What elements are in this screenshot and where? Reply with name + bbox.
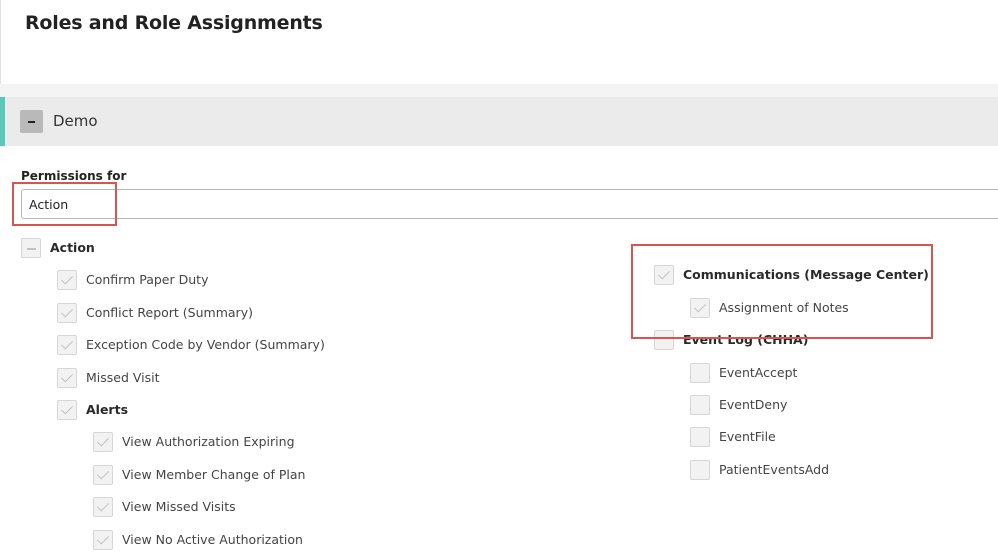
tree-label-view-member-change: View Member Change of Plan bbox=[122, 467, 306, 482]
checkbox-view-member-change[interactable] bbox=[93, 465, 113, 485]
tree-label-event-file: EventFile bbox=[719, 429, 776, 444]
tree-label-conflict-report: Conflict Report (Summary) bbox=[86, 305, 253, 320]
section-title: Demo bbox=[53, 112, 98, 130]
page-title: Roles and Role Assignments bbox=[25, 12, 323, 34]
tree-label-assignment-of-notes: Assignment of Notes bbox=[719, 300, 849, 315]
checkbox-confirm-paper-duty[interactable] bbox=[57, 270, 77, 290]
tree-label-view-missed-visits: View Missed Visits bbox=[122, 499, 236, 514]
checkbox-event-deny[interactable] bbox=[690, 395, 710, 415]
checkbox-view-authorization-expiring[interactable] bbox=[93, 432, 113, 452]
permissions-for-value: Action bbox=[29, 197, 69, 212]
checkbox-event-file[interactable] bbox=[690, 427, 710, 447]
tree-label-view-authorization-expiring: View Authorization Expiring bbox=[122, 434, 295, 449]
checkbox-view-no-active-authorization[interactable] bbox=[93, 530, 113, 550]
tree-label-event-deny: EventDeny bbox=[719, 397, 788, 412]
page-header: Roles and Role Assignments bbox=[0, 0, 998, 84]
permissions-for-select[interactable]: Action bbox=[21, 189, 998, 219]
checkbox-event-accept[interactable] bbox=[690, 363, 710, 383]
checkbox-action[interactable] bbox=[21, 238, 41, 258]
tree-label-missed-visit: Missed Visit bbox=[86, 370, 160, 385]
tree-label-event-log: Event Log (CHHA) bbox=[683, 332, 809, 347]
checkbox-communications[interactable] bbox=[654, 265, 674, 285]
tree-label-action: Action bbox=[50, 240, 95, 255]
tree-label-alerts: Alerts bbox=[86, 402, 129, 417]
tree-label-view-no-active-authorization: View No Active Authorization bbox=[122, 532, 303, 547]
checkbox-missed-visit[interactable] bbox=[57, 368, 77, 388]
tree-label-confirm-paper-duty: Confirm Paper Duty bbox=[86, 272, 209, 287]
tree-label-event-accept: EventAccept bbox=[719, 365, 798, 380]
tree-label-communications: Communications (Message Center) bbox=[683, 267, 929, 282]
permissions-for-label: Permissions for bbox=[21, 169, 127, 183]
tree-label-exception-code: Exception Code by Vendor (Summary) bbox=[86, 337, 325, 352]
collapse-minus-icon[interactable] bbox=[20, 110, 43, 133]
highlight-box-communications bbox=[631, 244, 933, 339]
checkbox-conflict-report[interactable] bbox=[57, 303, 77, 323]
checkbox-view-missed-visits[interactable] bbox=[93, 497, 113, 517]
checkbox-patient-events-add[interactable] bbox=[690, 460, 710, 480]
header-gap bbox=[0, 84, 998, 97]
checkbox-exception-code[interactable] bbox=[57, 335, 77, 355]
checkbox-alerts[interactable] bbox=[57, 400, 77, 420]
section-header-demo[interactable]: Demo bbox=[0, 97, 998, 146]
checkbox-event-log[interactable] bbox=[654, 330, 674, 350]
checkbox-assignment-of-notes[interactable] bbox=[690, 298, 710, 318]
tree-label-patient-events-add: PatientEventsAdd bbox=[719, 462, 830, 477]
